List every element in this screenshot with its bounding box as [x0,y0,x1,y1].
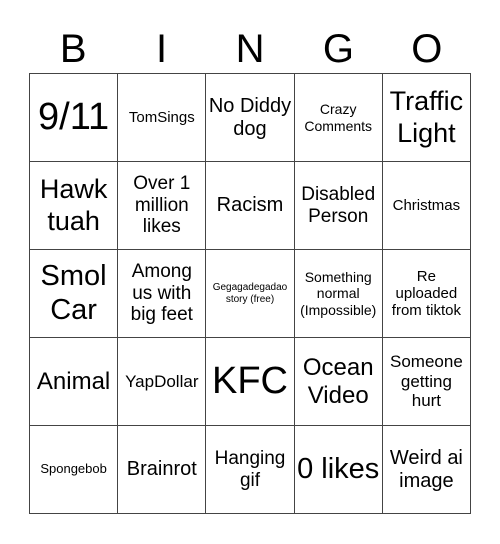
bingo-cell[interactable]: Re uploaded from tiktok [382,250,471,338]
bingo-cell[interactable]: Weird ai image [382,426,471,514]
bingo-cell[interactable]: Disabled Person [294,162,383,250]
bingo-cell[interactable]: KFC [206,338,295,426]
bingo-cell[interactable]: Someone getting hurt [382,338,471,426]
bingo-cell[interactable]: Hanging gif [206,426,295,514]
bingo-cell[interactable]: Among us with big feet [118,250,207,338]
bingo-cell[interactable]: 0 likes [294,426,383,514]
header-letter-b: B [59,27,87,71]
bingo-cell[interactable]: Crazy Comments [294,74,383,162]
bingo-cell[interactable]: Brainrot [118,426,207,514]
bingo-cell[interactable]: Smol Car [30,250,119,338]
bingo-cell[interactable]: Racism [206,162,295,250]
header-letter-o: O [411,27,443,71]
bingo-cell[interactable]: Ocean Video [294,338,383,426]
header-letter-g: G [322,27,354,71]
header-letter-n: N [235,27,265,71]
bingo-cell[interactable]: Christmas [382,162,471,250]
bingo-header: B I N G O [29,24,471,74]
bingo-cell-free[interactable]: Gegagadegadao story (free) [206,250,295,338]
bingo-cell[interactable]: YapDollar [118,338,207,426]
bingo-cell[interactable]: Over 1 million likes [118,162,207,250]
bingo-cell[interactable]: 9/11 [30,74,119,162]
bingo-cell[interactable]: Traffic Light [382,74,471,162]
bingo-cell[interactable]: Animal [30,338,119,426]
bingo-grid: 9/11 TomSings No Diddy dog Crazy Comment… [29,73,471,514]
bingo-cell[interactable]: Something normal (Impossible) [294,250,383,338]
bingo-cell[interactable]: Hawk tuah [30,162,119,250]
bingo-cell[interactable]: Spongebob [30,426,119,514]
bingo-cell[interactable]: No Diddy dog [206,74,295,162]
bingo-cell[interactable]: TomSings [118,74,207,162]
header-letter-i: I [156,27,168,71]
